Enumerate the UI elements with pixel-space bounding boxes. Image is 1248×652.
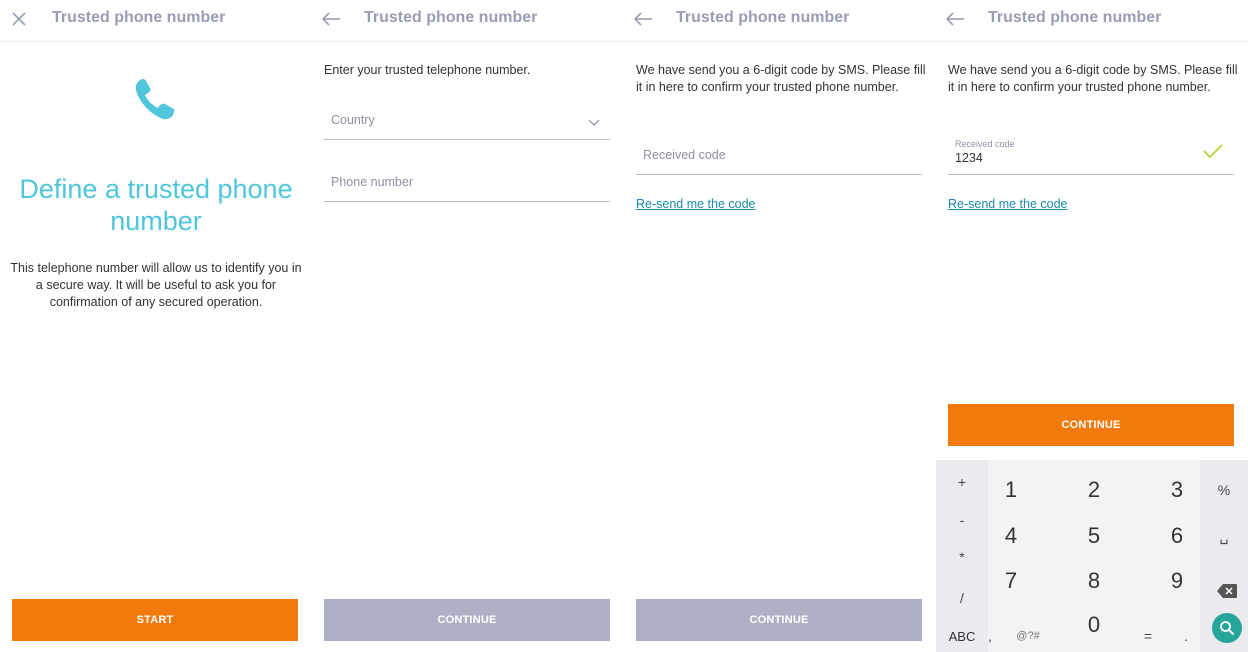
instruction-text: We have send you a 6-digit code by SMS. … (636, 63, 926, 94)
key-3[interactable]: 3 (1147, 470, 1207, 510)
key-8[interactable]: 8 (1064, 561, 1124, 601)
phone-number-input[interactable]: Phone number (324, 166, 610, 202)
key-percent[interactable]: % (1204, 476, 1244, 504)
page-title: Trusted phone number (676, 9, 850, 26)
check-icon (1202, 143, 1224, 159)
hero-title: Define a trusted phone number (19, 174, 293, 236)
back-arrow-icon[interactable] (944, 8, 966, 30)
key-6[interactable]: 6 (1147, 516, 1207, 556)
continue-button[interactable]: CONTINUE (948, 404, 1234, 446)
app-bar: Trusted phone number (0, 0, 312, 42)
close-icon[interactable] (8, 8, 30, 30)
instruction-text: We have send you a 6-digit code by SMS. … (948, 63, 1238, 94)
code-input[interactable]: Received code 1234 (948, 136, 1234, 175)
key-abc[interactable]: ABC (942, 624, 982, 648)
code-input[interactable]: Received code (636, 138, 922, 175)
code-value: 1234 (955, 151, 983, 165)
key-5[interactable]: 5 (1064, 516, 1124, 556)
instruction-text: Enter your trusted telephone number. (324, 63, 531, 77)
app-bar: Trusted phone number (312, 0, 624, 42)
key-plus[interactable]: + (942, 468, 982, 496)
key-equals[interactable]: = (1136, 624, 1160, 648)
phone-icon (130, 74, 180, 124)
key-4[interactable]: 4 (981, 516, 1041, 556)
app-bar: Trusted phone number (936, 0, 1248, 42)
page-title: Trusted phone number (988, 9, 1162, 26)
app-bar: Trusted phone number (624, 0, 936, 42)
resend-code-link[interactable]: Re-send me the code (636, 197, 756, 211)
key-symbols[interactable]: @?# (1010, 624, 1046, 648)
code-label: Received code (955, 139, 1015, 149)
description-text: This telephone number will allow us to i… (10, 261, 302, 309)
back-arrow-icon[interactable] (320, 8, 342, 30)
page-title: Trusted phone number (52, 9, 226, 26)
key-1[interactable]: 1 (981, 470, 1041, 510)
key-9[interactable]: 9 (1147, 561, 1207, 601)
resend-code-link[interactable]: Re-send me the code (948, 197, 1068, 211)
phone-placeholder: Phone number (331, 175, 414, 189)
search-icon[interactable] (1212, 613, 1242, 643)
key-slash[interactable]: / (942, 584, 982, 612)
code-placeholder: Received code (643, 148, 726, 162)
page-title: Trusted phone number (364, 9, 538, 26)
key-0[interactable]: 0 (1064, 605, 1124, 645)
backspace-icon[interactable] (1212, 578, 1242, 604)
screen-code-filled: Trusted phone number We have send you a … (936, 0, 1248, 652)
screen-intro: Trusted phone number Define a trusted ph… (0, 0, 312, 652)
key-minus[interactable]: - (942, 506, 982, 534)
numeric-keyboard: + - * / 1 2 3 4 5 6 7 8 9 0 % ␣ ABC , @?… (936, 460, 1248, 652)
continue-button[interactable]: CONTINUE (636, 599, 922, 641)
key-space[interactable]: ␣ (1204, 522, 1244, 550)
key-asterisk[interactable]: * (942, 543, 982, 571)
continue-button[interactable]: CONTINUE (324, 599, 610, 641)
country-select[interactable]: Country (324, 104, 610, 140)
key-7[interactable]: 7 (981, 561, 1041, 601)
screen-code-empty: Trusted phone number We have send you a … (624, 0, 936, 652)
country-placeholder: Country (331, 113, 375, 127)
start-button[interactable]: START (12, 599, 298, 641)
back-arrow-icon[interactable] (632, 8, 654, 30)
screen-enter-number: Trusted phone number Enter your trusted … (312, 0, 624, 652)
key-period[interactable]: . (1176, 624, 1196, 648)
chevron-down-icon (588, 114, 600, 126)
key-2[interactable]: 2 (1064, 470, 1124, 510)
key-comma[interactable]: , (980, 624, 1000, 648)
